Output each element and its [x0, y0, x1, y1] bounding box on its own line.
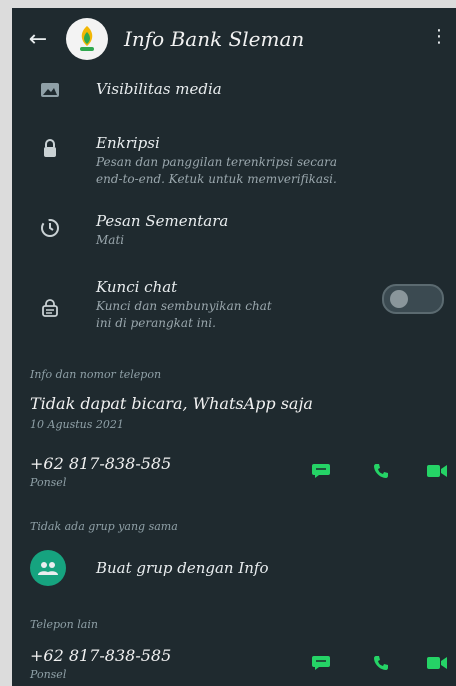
more-options-icon[interactable]: ⋮: [430, 26, 448, 47]
media-visibility-label: Visibilitas media: [96, 80, 222, 98]
contact-info-screen: ← Info Bank Sleman ⋮ Visibilitas media E…: [12, 8, 456, 686]
chat-lock-toggle[interactable]: [382, 284, 444, 314]
app-bar: ← Info Bank Sleman ⋮: [12, 8, 456, 70]
message-icon[interactable]: [306, 650, 336, 676]
other-phone-label: Telepon lain: [30, 618, 98, 631]
disappearing-messages-row[interactable]: Pesan Sementara Mati: [12, 208, 456, 254]
create-group-row[interactable]: Buat grup dengan Info: [12, 544, 456, 592]
video-call-icon[interactable]: [422, 650, 452, 676]
phone-type: Ponsel: [30, 476, 67, 489]
back-arrow-icon[interactable]: ←: [18, 27, 58, 52]
call-icon[interactable]: [366, 650, 396, 676]
about-text: Tidak dapat bicara, WhatsApp saja: [30, 394, 313, 413]
chat-lock-icon: [36, 294, 64, 322]
group-icon: [30, 550, 66, 586]
image-icon: [36, 76, 64, 104]
bank-logo-icon: [80, 26, 94, 51]
toggle-knob: [390, 290, 408, 308]
video-call-icon[interactable]: [422, 458, 452, 484]
phone-number: +62 817-838-585: [30, 454, 172, 473]
encryption-row[interactable]: Enkripsi Pesan dan panggilan terenkripsi…: [12, 128, 456, 192]
disappearing-messages-title: Pesan Sementara: [96, 212, 229, 230]
lock-icon: [36, 134, 64, 162]
other-phone-type: Ponsel: [30, 668, 67, 681]
encryption-subtitle: Pesan dan panggilan terenkripsi secara e…: [96, 155, 338, 186]
media-visibility-row[interactable]: Visibilitas media: [12, 70, 456, 110]
create-group-label: Buat grup dengan Info: [96, 559, 269, 577]
other-phone-number: +62 817-838-585: [30, 646, 172, 665]
common-groups-label: Tidak ada grup yang sama: [30, 520, 178, 533]
timer-icon: [36, 214, 64, 242]
chat-lock-row: Kunci chat Kunci dan sembunyikan chat in…: [12, 276, 456, 340]
encryption-title: Enkripsi: [96, 134, 160, 152]
chat-lock-subtitle: Kunci dan sembunyikan chat ini di perang…: [96, 299, 272, 330]
phone-row[interactable]: +62 817-838-585 Ponsel: [12, 452, 456, 496]
other-phone-row[interactable]: +62 817-838-585 Ponsel: [12, 644, 456, 686]
disappearing-messages-status: Mati: [96, 233, 125, 247]
contact-name-title: Info Bank Sleman: [124, 27, 305, 51]
about-date: 10 Agustus 2021: [30, 418, 124, 431]
contact-avatar[interactable]: [66, 18, 108, 60]
chat-lock-title: Kunci chat: [96, 278, 178, 296]
call-icon[interactable]: [366, 458, 396, 484]
message-icon[interactable]: [306, 458, 336, 484]
info-section-label: Info dan nomor telepon: [30, 368, 162, 381]
